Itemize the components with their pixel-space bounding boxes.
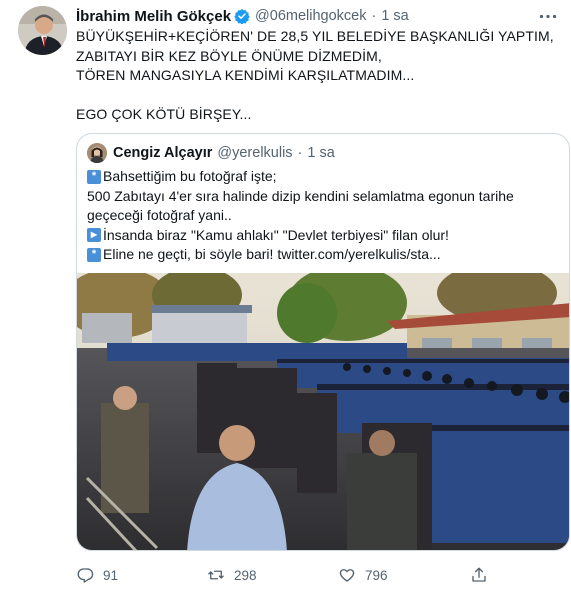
- quote-line-text: Bahsettiğim bu fotoğraf işte;: [103, 168, 277, 184]
- like-icon: [339, 569, 355, 582]
- quote-line-text: Eline ne geçti, bi söyle bari! twitter.c…: [103, 246, 441, 262]
- avatar-image: [18, 6, 67, 55]
- quote-author-avatar[interactable]: [87, 143, 107, 163]
- tweet[interactable]: İbrahim Melih Gökçek @06melihgokcek · 1 …: [0, 0, 571, 595]
- more-icon[interactable]: [537, 8, 559, 24]
- quote-header: Cengiz Alçayır @yerelkulis · 1 sa: [87, 143, 335, 163]
- reply-count: 91: [103, 567, 119, 583]
- like-count: 796: [365, 567, 388, 583]
- quote-line: ▶ İnsanda biraz "Kamu ahlakı" "Devlet te…: [87, 226, 561, 246]
- reply-button[interactable]: 91: [76, 563, 118, 587]
- quote-timestamp[interactable]: 1 sa: [307, 145, 334, 161]
- quote-line-text: geçeceği fotoğraf yani..: [87, 207, 232, 223]
- quote-line-text: İnsanda biraz "Kamu ahlakı" "Devlet terb…: [103, 226, 449, 243]
- play-icon: ▶: [87, 228, 101, 243]
- quote-author-name[interactable]: Cengiz Alçayır: [113, 145, 212, 161]
- quote-line: * Bahsettiğim bu fotoğraf işte;: [87, 167, 561, 187]
- author-avatar[interactable]: [18, 6, 67, 55]
- quote-line: 500 Zabıtayı 4'er sıra halinde dizip ken…: [87, 187, 561, 207]
- quoted-tweet[interactable]: Cengiz Alçayır @yerelkulis · 1 sa * Bahs…: [76, 133, 570, 551]
- asterisk-icon: *: [87, 247, 101, 262]
- author-handle[interactable]: @06melihgokcek: [255, 8, 366, 24]
- quote-author-handle[interactable]: @yerelkulis: [217, 145, 292, 161]
- tweet-text: BÜYÜKŞEHİR+KEÇİÖREN' DE 28,5 YIL BELEDİY…: [76, 28, 554, 122]
- author-name[interactable]: İbrahim Melih Gökçek: [76, 8, 231, 25]
- tweet-actions: 91 298 796: [76, 563, 556, 587]
- quote-line-text: 500 Zabıtayı 4'er sıra halinde dizip ken…: [87, 187, 514, 204]
- verified-badge-icon: [234, 8, 250, 25]
- share-button[interactable]: [470, 563, 488, 587]
- quote-avatar-image: [87, 143, 107, 163]
- tweet-timestamp[interactable]: 1 sa: [381, 8, 408, 24]
- quote-line: geçeceği fotoğraf yani..: [87, 206, 561, 226]
- quote-line: * Eline ne geçti, bi söyle bari! twitter…: [87, 245, 561, 265]
- like-button[interactable]: 796: [338, 563, 388, 587]
- retweet-icon: [208, 570, 224, 580]
- asterisk-icon: *: [87, 169, 101, 184]
- retweet-count: 298: [234, 567, 257, 583]
- quote-text: * Bahsettiğim bu fotoğraf işte; 500 Zabı…: [87, 167, 561, 265]
- quote-photo[interactable]: [77, 273, 570, 551]
- separator-dot: ·: [297, 145, 303, 161]
- separator-dot: ·: [371, 8, 377, 24]
- tweet-header: İbrahim Melih Gökçek @06melihgokcek · 1 …: [76, 6, 409, 26]
- retweet-button[interactable]: 298: [207, 563, 257, 587]
- share-icon: [472, 567, 486, 582]
- reply-icon: [77, 568, 94, 583]
